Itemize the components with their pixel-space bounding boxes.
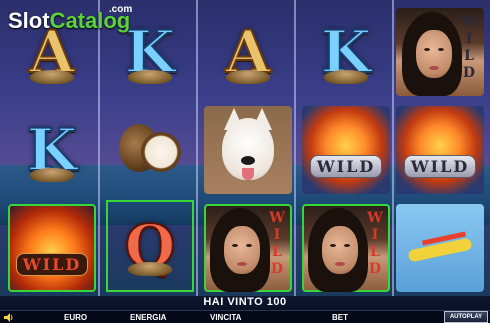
- autoplay-button[interactable]: AUTOPLAY: [444, 311, 488, 323]
- symbol-k: K: [320, 18, 372, 86]
- slot-stage: A K WILD K Q A W I L D K WILD W I L D W …: [0, 0, 490, 323]
- symbol-wild-fire: WILD: [298, 102, 394, 198]
- symbol-k: K: [26, 116, 78, 184]
- woman-wild-card: WILD: [396, 8, 484, 96]
- fire-wild-card: WILD: [8, 204, 96, 292]
- reel-1: A K WILD: [4, 0, 100, 296]
- fire-wild-card: WILD: [302, 106, 390, 194]
- dog-icon: [204, 106, 292, 194]
- woman-wild-card: WILD: [302, 204, 390, 292]
- symbol-a: A: [224, 18, 272, 86]
- shell-icon: [324, 70, 368, 84]
- woman-wild-card: WILD: [204, 204, 292, 292]
- symbol-dog: [200, 102, 296, 198]
- shell-icon: [226, 70, 270, 84]
- euro-label: EURO: [64, 313, 88, 322]
- symbol-coconut: [102, 102, 198, 198]
- symbol-wild-woman: WILD: [396, 4, 484, 100]
- symbol-wild-woman: WILD: [200, 200, 296, 296]
- win-label: VINCITA: [210, 313, 242, 322]
- symbol-q: Q: [106, 200, 194, 292]
- reel-4: K WILD WILD: [298, 0, 394, 296]
- reel-2: K Q: [102, 0, 198, 296]
- coconut-icon: [119, 124, 181, 176]
- symbol-wild-woman: WILD: [298, 200, 394, 296]
- brand-logo: SlotCatalog .com: [8, 4, 133, 33]
- seaplane-icon: [396, 204, 484, 292]
- energy-label: ENERGIA: [130, 313, 167, 322]
- symbol-wild-fire: WILD: [396, 102, 484, 198]
- fire-wild-card: WILD: [396, 106, 484, 194]
- win-message: HAI VINTO 100: [0, 296, 490, 310]
- shell-icon: [30, 168, 74, 182]
- symbol-plane: [396, 200, 484, 296]
- shell-icon: [128, 70, 172, 84]
- bet-label: BET: [332, 313, 348, 322]
- control-bar: EURO ENERGIA VINCITA BET AUTOPLAY: [0, 310, 490, 323]
- symbol-wild-fire: WILD: [4, 200, 100, 296]
- reel-3: A WILD: [200, 0, 296, 296]
- shell-icon: [30, 70, 74, 84]
- shell-icon: [128, 262, 172, 276]
- speaker-icon[interactable]: [4, 313, 14, 322]
- reel-5: WILD WILD: [396, 0, 486, 296]
